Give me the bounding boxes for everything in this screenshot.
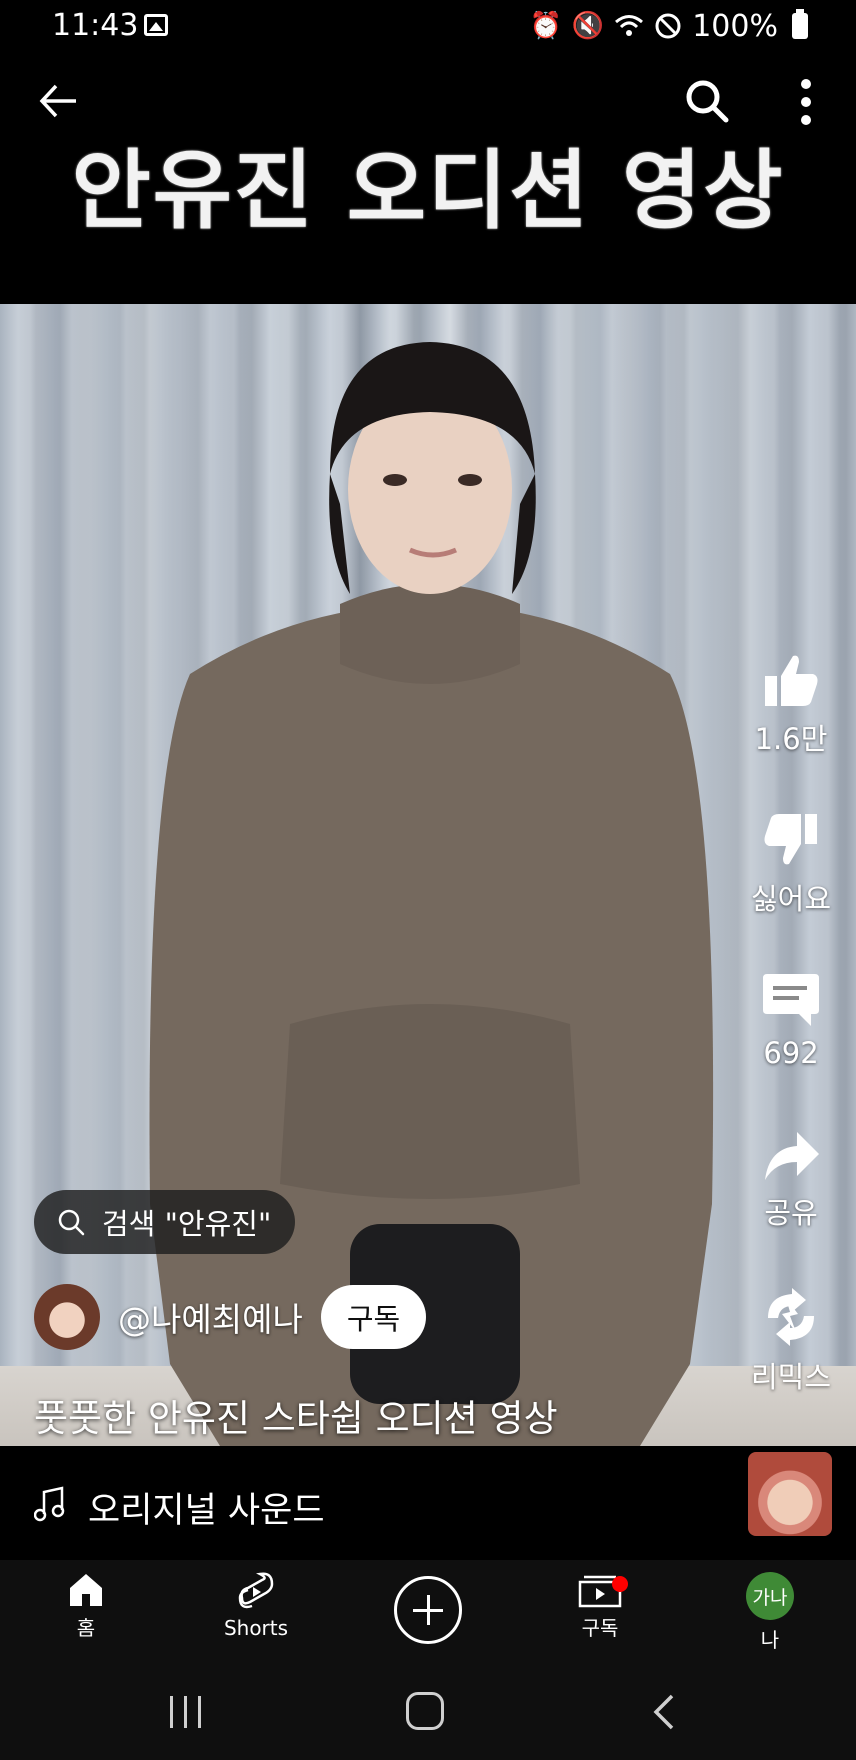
nav-home-label: 홈: [76, 1616, 96, 1640]
thumbs-up-icon[interactable]: [761, 652, 821, 708]
dislike-action[interactable]: 싫어요: [726, 812, 856, 918]
channel-row: @나예최예나 구독: [34, 1284, 427, 1350]
comment-action[interactable]: 692: [726, 970, 856, 1070]
sound-label: 오리지널 사운드: [88, 1491, 325, 1531]
like-count: 1.6만: [754, 722, 828, 756]
nav-shorts-label: Shorts: [223, 1616, 289, 1640]
sound-row[interactable]: 오리지널 사운드: [0, 1446, 856, 1560]
remix-icon[interactable]: [760, 1288, 822, 1346]
music-note-icon: [34, 1486, 65, 1522]
search-icon[interactable]: [682, 76, 732, 126]
status-bar: 11:43 ⏰ 🔇 100%: [0, 0, 856, 52]
video-title[interactable]: 풋풋한 안유진 스타쉽 오디션 영상: [34, 1388, 558, 1442]
header: 안유진 오디션 영상: [0, 52, 856, 304]
like-action[interactable]: 1.6만: [726, 652, 856, 758]
share-icon[interactable]: [761, 1130, 821, 1182]
status-icons: ⏰ 🔇 100%: [529, 8, 808, 44]
subscribe-button[interactable]: 구독: [320, 1285, 427, 1349]
search-suggestion-pill[interactable]: 검색 "안유진": [34, 1190, 296, 1254]
recent-apps-icon[interactable]: [168, 1696, 204, 1728]
profile-avatar: 가나: [746, 1572, 794, 1620]
share-action[interactable]: 공유: [726, 1130, 856, 1232]
remix-label: 리믹스: [750, 1360, 832, 1394]
thumbs-down-icon[interactable]: [761, 812, 821, 868]
alarm-icon: ⏰: [529, 11, 562, 41]
comment-icon[interactable]: [761, 970, 821, 1028]
shorts-icon: [238, 1572, 274, 1609]
share-label: 공유: [764, 1196, 818, 1230]
search-suggestion-text: 검색 "안유진": [102, 1207, 272, 1241]
battery-icon: [792, 9, 808, 39]
status-time: 11:43: [52, 8, 139, 43]
nav-home[interactable]: 홈: [26, 1572, 146, 1641]
sound-thumbnail[interactable]: [748, 1452, 832, 1536]
wifi-icon: [615, 15, 644, 36]
channel-avatar[interactable]: [34, 1284, 100, 1350]
back-arrow-icon[interactable]: [36, 78, 82, 124]
comment-count: 692: [763, 1036, 819, 1070]
home-icon: [70, 1574, 102, 1606]
mute-icon: 🔇: [571, 11, 605, 41]
system-navigation-bar: [0, 1666, 856, 1760]
dislike-label: 싫어요: [750, 882, 832, 916]
nav-shorts[interactable]: Shorts: [196, 1572, 316, 1640]
search-icon: [58, 1209, 85, 1236]
notification-dot: [612, 1576, 628, 1592]
nav-me[interactable]: 가나 나: [710, 1572, 830, 1653]
bottom-navigation: 홈 Shorts 구독 가나 나: [0, 1560, 856, 1666]
battery-percent: 100%: [692, 8, 778, 44]
do-not-disturb-icon: [655, 13, 681, 39]
nav-me-label: 나: [760, 1628, 780, 1652]
nav-subscriptions-label: 구독: [581, 1616, 619, 1640]
nav-subscriptions[interactable]: 구독: [540, 1572, 660, 1641]
home-button-icon[interactable]: [406, 1692, 444, 1730]
remix-action[interactable]: 리믹스: [726, 1288, 856, 1396]
channel-handle[interactable]: @나예최예나: [118, 1293, 303, 1341]
video-overlay-title: 안유진 오디션 영상: [71, 141, 785, 241]
gallery-icon: [144, 14, 168, 36]
create-button[interactable]: [394, 1576, 462, 1644]
system-back-icon[interactable]: [652, 1694, 676, 1730]
